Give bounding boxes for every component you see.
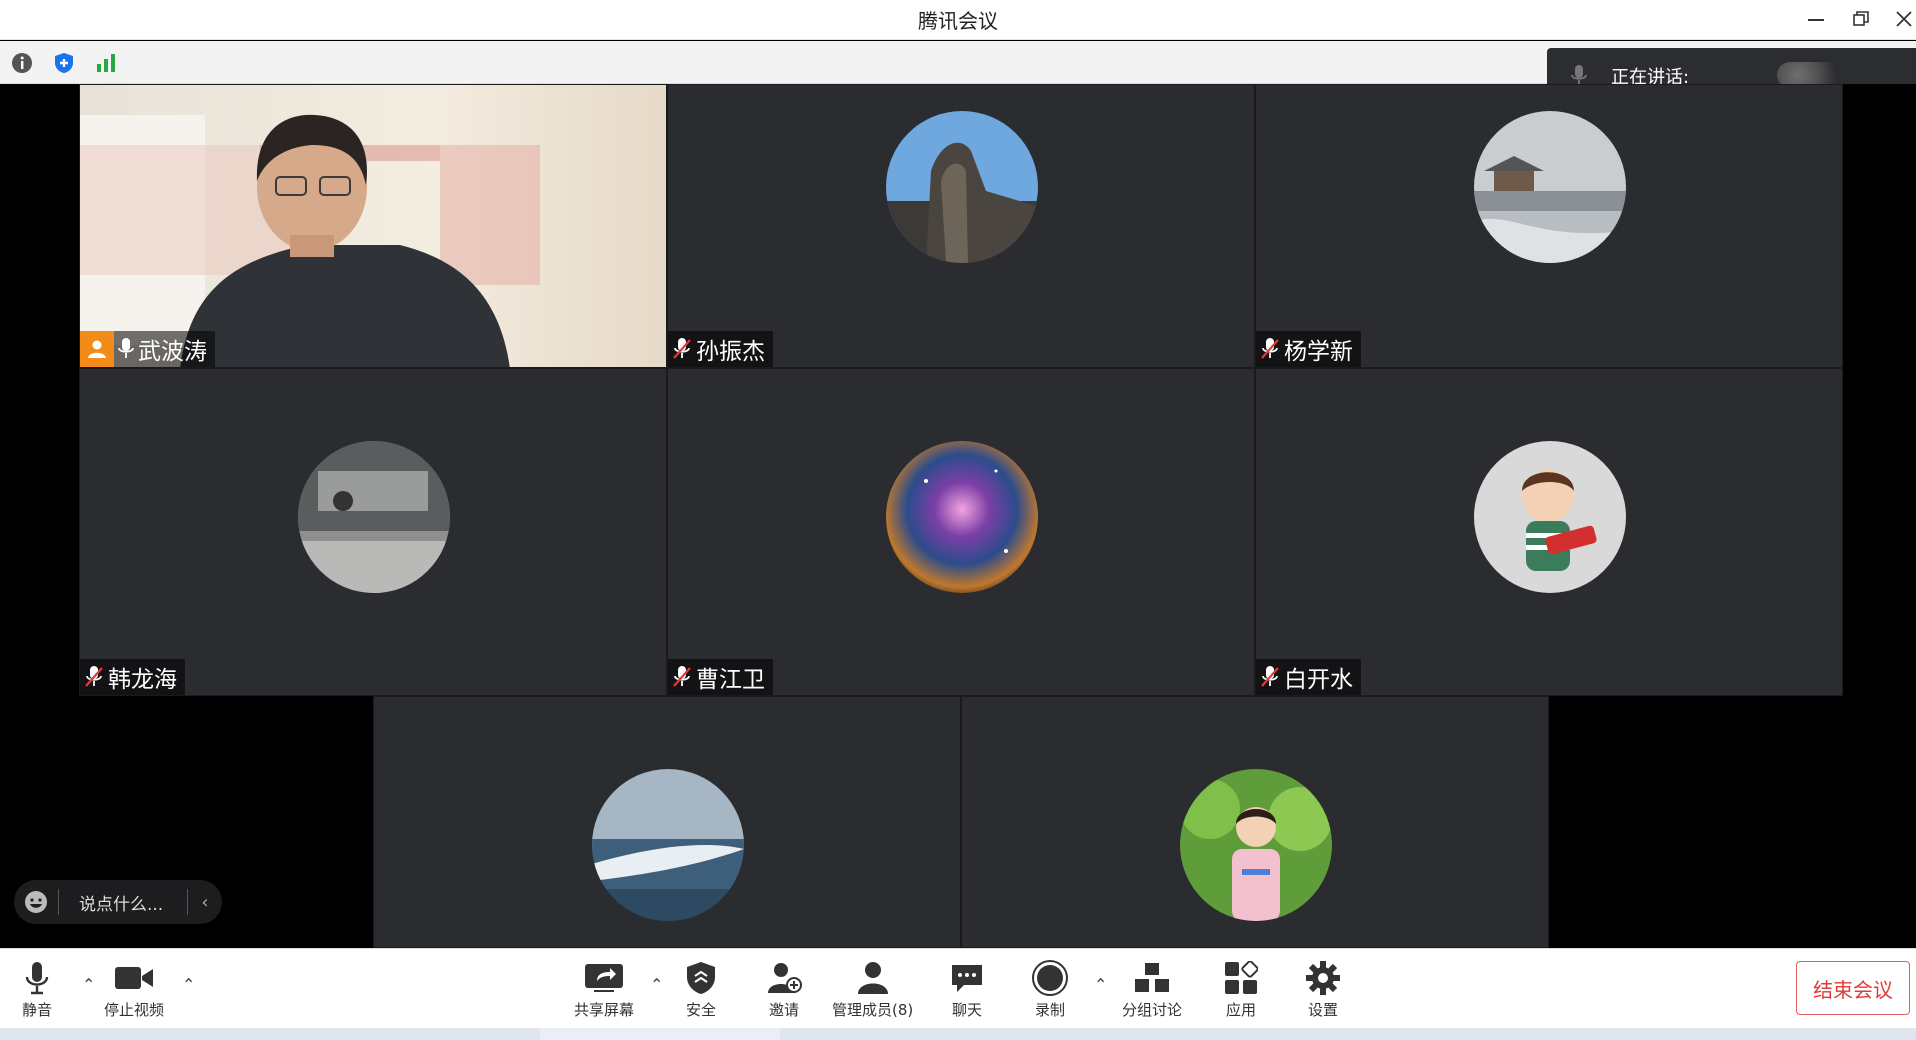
breakout-label: 分组讨论 — [1122, 1001, 1183, 1019]
microphone-muted-icon — [1261, 666, 1279, 687]
manage-members-button[interactable]: 管理成员(8) — [832, 959, 913, 1020]
breakout-rooms-button[interactable]: 分组讨论 — [1122, 959, 1182, 1020]
microphone-muted-icon — [673, 338, 691, 359]
microphone-icon — [118, 338, 134, 358]
record-icon — [1032, 960, 1068, 996]
participant-avatar — [886, 441, 1038, 593]
record-button[interactable]: 录制 — [1032, 959, 1068, 1020]
members-icon — [857, 962, 888, 994]
minimize-button[interactable] — [1798, 4, 1834, 34]
participant-nametag: 武波涛 — [80, 331, 215, 367]
stop-video-button[interactable]: 停止视频 — [104, 959, 164, 1020]
restore-button[interactable] — [1843, 4, 1879, 34]
stop-video-label: 停止视频 — [104, 1001, 165, 1019]
microphone-muted-icon — [1261, 338, 1279, 359]
record-label: 录制 — [1034, 1001, 1065, 1019]
settings-label: 设置 — [1307, 1001, 1338, 1019]
security-label: 安全 — [686, 1001, 717, 1019]
shield-icon — [687, 962, 715, 994]
participant-nametag: 杨学新 — [1256, 331, 1361, 367]
participant-tile[interactable]: 武波涛 — [79, 84, 667, 368]
participant-nametag: 白开水 — [1256, 659, 1361, 695]
participant-tile[interactable] — [961, 696, 1549, 948]
participant-avatar — [886, 111, 1038, 263]
apps-label: 应用 — [1225, 1001, 1256, 1019]
participant-name: 武波涛 — [138, 339, 207, 365]
invite-label: 邀请 — [768, 1001, 799, 1019]
participant-name: 杨学新 — [1284, 339, 1353, 365]
participant-tile[interactable]: 孙振杰 — [667, 84, 1255, 368]
security-shield-icon[interactable] — [52, 51, 76, 75]
chevron-up-icon[interactable]: ⌃ — [1094, 975, 1107, 994]
participant-name: 曹江卫 — [696, 667, 765, 693]
participant-nametag: 孙振杰 — [668, 331, 773, 367]
invite-button[interactable]: 邀请 — [766, 959, 802, 1020]
participant-avatar — [298, 441, 450, 593]
participant-nametag: 曹江卫 — [668, 659, 773, 695]
participant-avatar — [1474, 111, 1626, 263]
participant-nametag: 韩龙海 — [80, 659, 185, 695]
participant-tile[interactable]: 杨学新 — [1255, 84, 1843, 368]
chat-input-pill[interactable]: 说点什么... ‹ — [14, 880, 222, 924]
share-screen-icon — [585, 964, 623, 992]
add-user-icon — [768, 963, 802, 993]
participant-tile[interactable]: 白开水 — [1255, 368, 1843, 696]
chat-label: 聊天 — [951, 1001, 982, 1019]
divider — [58, 889, 59, 915]
chevron-up-icon[interactable]: ⌃ — [650, 975, 663, 994]
settings-button[interactable]: 设置 — [1306, 959, 1340, 1020]
breakout-icon — [1135, 963, 1169, 992]
participant-video — [80, 85, 666, 367]
participant-name: 白开水 — [1284, 667, 1353, 693]
network-signal-icon[interactable] — [94, 51, 118, 75]
bottom-toolbar: 静音 ⌃ 停止视频 ⌃ 共享屏幕 ⌃ 安全 邀请 管理成员(8) 聊天 录制 ⌃… — [0, 948, 1916, 1028]
close-button[interactable] — [1886, 4, 1916, 34]
video-camera-icon — [115, 967, 153, 989]
chat-icon — [952, 965, 982, 992]
gear-icon — [1306, 961, 1340, 995]
close-icon — [1896, 11, 1912, 27]
video-grid: 武波涛 孙振杰 杨学新 韩龙海 曹江卫 白开水 说点什么... ‹ — [0, 84, 1916, 948]
microphone-muted-icon — [85, 666, 103, 687]
participant-avatar — [1474, 441, 1626, 593]
info-icon[interactable] — [10, 51, 34, 75]
microphone-muted-icon — [673, 666, 691, 687]
security-button[interactable]: 安全 — [686, 959, 716, 1020]
apps-button[interactable]: 应用 — [1224, 959, 1258, 1020]
microphone-icon — [25, 962, 49, 995]
chat-placeholder[interactable]: 说点什么... — [79, 890, 187, 915]
os-taskbar — [0, 1028, 1916, 1040]
mute-button[interactable]: 静音 — [22, 959, 52, 1020]
participant-tile[interactable] — [373, 696, 961, 948]
participant-avatar — [592, 769, 744, 921]
minimize-icon — [1808, 19, 1824, 21]
title-bar: 腾讯会议 — [0, 0, 1916, 40]
participant-name: 孙振杰 — [696, 339, 765, 365]
window-title: 腾讯会议 — [918, 9, 998, 33]
chevron-up-icon[interactable]: ⌃ — [82, 975, 95, 994]
chat-button[interactable]: 聊天 — [950, 959, 984, 1020]
host-badge-icon — [80, 331, 114, 367]
share-screen-label: 共享屏幕 — [574, 1001, 635, 1019]
participant-name: 韩龙海 — [108, 667, 177, 693]
participant-avatar — [1180, 769, 1332, 921]
chevron-left-icon[interactable]: ‹ — [188, 892, 222, 913]
taskbar-active-item[interactable] — [540, 1028, 780, 1040]
participant-tile[interactable]: 韩龙海 — [79, 368, 667, 696]
apps-grid-icon — [1225, 961, 1258, 994]
end-meeting-button[interactable]: 结束会议 — [1796, 961, 1910, 1015]
participant-tile[interactable]: 曹江卫 — [667, 368, 1255, 696]
share-screen-button[interactable]: 共享屏幕 — [574, 959, 634, 1020]
emoji-icon[interactable] — [14, 890, 58, 914]
mute-label: 静音 — [22, 1001, 53, 1019]
restore-icon — [1853, 11, 1869, 26]
chevron-up-icon[interactable]: ⌃ — [182, 975, 195, 994]
manage-members-label: 管理成员(8) — [832, 1001, 914, 1019]
